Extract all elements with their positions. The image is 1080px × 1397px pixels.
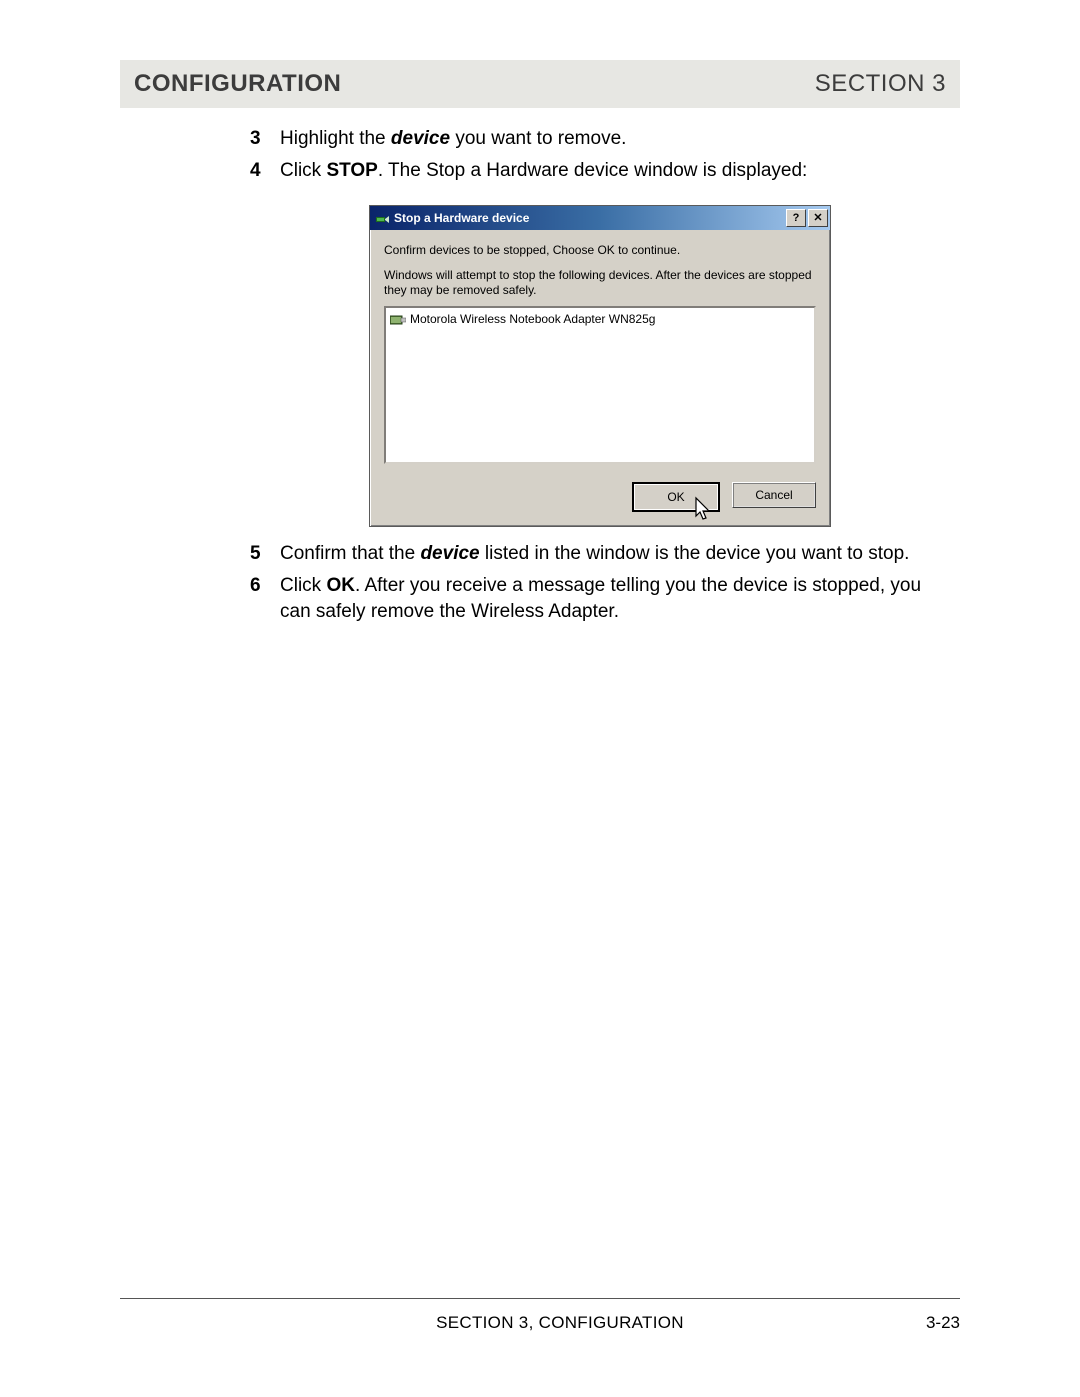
close-button[interactable]: ✕ <box>808 209 828 227</box>
instruction-step: 4Click STOP. The Stop a Hardware device … <box>250 158 950 184</box>
ok-button[interactable]: OK <box>632 482 720 512</box>
instruction-step: 6Click OK. After you receive a message t… <box>250 573 950 624</box>
header-section: SECTION 3 <box>815 70 946 98</box>
device-listbox[interactable]: Motorola Wireless Notebook Adapter WN825… <box>384 306 816 464</box>
page-header: CONFIGURATION SECTION 3 <box>120 60 960 108</box>
footer-rule <box>120 1298 960 1299</box>
text-run: . After you receive a message telling yo… <box>280 575 921 622</box>
help-label: ? <box>793 213 800 224</box>
text-run: Click <box>280 160 326 181</box>
page-body: 3Highlight the device you want to remove… <box>120 126 960 624</box>
bold-term: OK <box>326 575 355 596</box>
step-number: 6 <box>250 573 280 624</box>
step-text: Highlight the device you want to remove. <box>280 126 950 152</box>
instruction-step: 5Confirm that the device listed in the w… <box>250 541 950 567</box>
emphasis-term: device <box>420 543 479 564</box>
hardware-icon <box>374 210 390 226</box>
cancel-button[interactable]: Cancel <box>732 482 816 508</box>
step-text: Click STOP. The Stop a Hardware device w… <box>280 158 950 184</box>
step-number: 4 <box>250 158 280 184</box>
dialog-title: Stop a Hardware device <box>394 210 786 226</box>
pc-card-icon <box>390 313 406 327</box>
help-button[interactable]: ? <box>786 209 806 227</box>
emphasis-term: device <box>391 128 450 149</box>
footer-page-number: 3-23 <box>880 1313 960 1333</box>
device-list-item[interactable]: Motorola Wireless Notebook Adapter WN825… <box>388 310 812 328</box>
text-run: you want to remove. <box>450 128 626 149</box>
text-run: . The Stop a Hardware device window is d… <box>378 160 808 181</box>
text-run: Confirm that the <box>280 543 420 564</box>
ok-label: OK <box>667 489 684 505</box>
dialog-body: Confirm devices to be stopped, Choose OK… <box>370 230 830 526</box>
step-text: Click OK. After you receive a message te… <box>280 573 950 624</box>
text-run: Click <box>280 575 326 596</box>
close-icon: ✕ <box>813 213 822 224</box>
dialog-button-row: OK Cancel <box>384 482 816 512</box>
device-name: Motorola Wireless Notebook Adapter WN825… <box>410 311 655 327</box>
dialog-instruction-2: Windows will attempt to stop the followi… <box>384 268 816 298</box>
cancel-label: Cancel <box>755 487 792 503</box>
titlebar-buttons: ? ✕ <box>786 209 828 227</box>
page-footer: SECTION 3, CONFIGURATION 3-23 <box>120 1298 960 1333</box>
document-page: CONFIGURATION SECTION 3 3Highlight the d… <box>0 0 1080 1397</box>
footer-section-label: SECTION 3, CONFIGURATION <box>120 1313 880 1333</box>
header-title: CONFIGURATION <box>134 70 341 98</box>
step-text: Confirm that the device listed in the wi… <box>280 541 950 567</box>
footer-row: SECTION 3, CONFIGURATION 3-23 <box>120 1313 960 1333</box>
instruction-step: 3Highlight the device you want to remove… <box>250 126 950 152</box>
screenshot-figure: Stop a Hardware device ? ✕ Confirm devic… <box>250 205 950 527</box>
bold-term: STOP <box>326 160 377 181</box>
text-run: listed in the window is the device you w… <box>480 543 910 564</box>
stop-hardware-dialog: Stop a Hardware device ? ✕ Confirm devic… <box>369 205 831 527</box>
step-number: 3 <box>250 126 280 152</box>
dialog-instruction-1: Confirm devices to be stopped, Choose OK… <box>384 242 816 258</box>
dialog-titlebar: Stop a Hardware device ? ✕ <box>370 206 830 230</box>
text-run: Highlight the <box>280 128 391 149</box>
step-number: 5 <box>250 541 280 567</box>
